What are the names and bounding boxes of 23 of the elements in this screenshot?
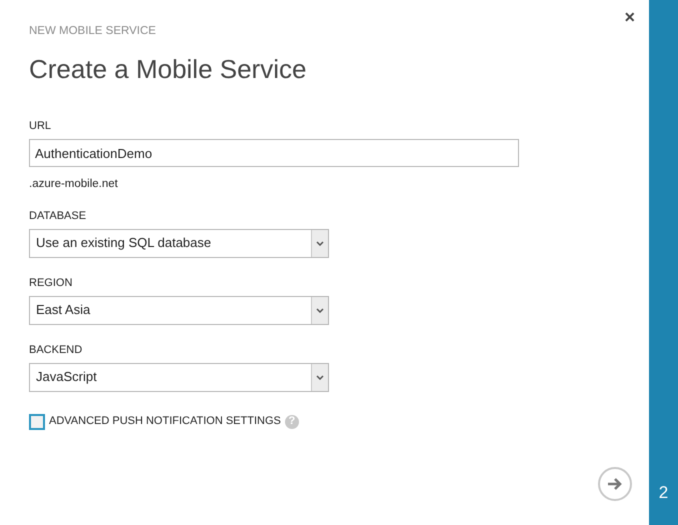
dialog-title: Create a Mobile Service — [29, 54, 308, 84]
dropdown-button[interactable] — [311, 230, 328, 257]
next-button[interactable] — [598, 467, 632, 501]
chevron-down-icon — [316, 308, 324, 313]
step-number: 2 — [658, 484, 668, 501]
arrow-right-icon — [607, 477, 623, 491]
close-button[interactable]: × — [624, 8, 635, 26]
dropdown[interactable]: East Asia — [29, 296, 329, 325]
field-label: URL — [29, 121, 52, 132]
url-input[interactable]: AuthenticationDemo — [29, 139, 519, 168]
field-label: REGION — [29, 278, 74, 289]
dropdown-button[interactable] — [311, 364, 328, 391]
chevron-down-icon — [316, 240, 324, 246]
dialog-subtitle: NEW MOBILE SERVICE — [29, 26, 157, 38]
chevron-down-icon — [316, 374, 324, 380]
dropdown[interactable]: JavaScript — [29, 362, 329, 392]
dropdown-button[interactable] — [311, 296, 328, 324]
field-label: BACKEND — [29, 344, 84, 356]
url-suffix: .azure-mobile.net — [29, 179, 119, 191]
checkbox-label[interactable]: ADVANCED PUSH NOTIFICATION SETTINGS — [49, 416, 281, 428]
checkbox[interactable] — [29, 414, 45, 430]
field-label: DATABASE — [29, 210, 88, 222]
dropdown[interactable]: Use an existing SQL database — [29, 228, 329, 258]
